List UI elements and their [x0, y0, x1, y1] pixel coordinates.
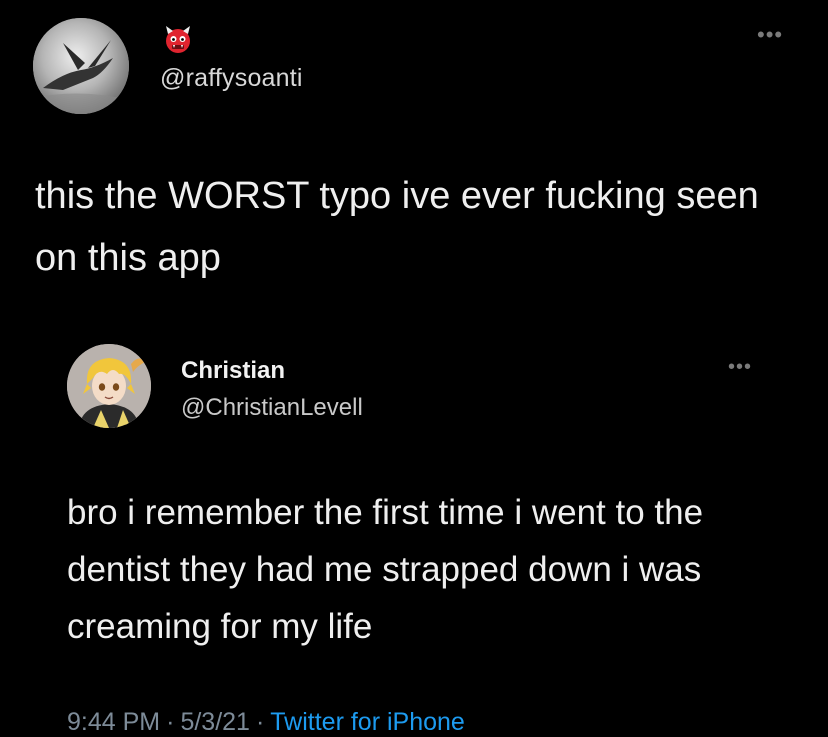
meta-separator: ·: [166, 708, 175, 736]
outer-tweet-text: this the WORST typo ive ever fucking see…: [35, 175, 770, 279]
tweet-source-link[interactable]: Twitter for iPhone: [270, 708, 465, 736]
anime-avatar-icon: [67, 344, 151, 428]
outer-more-options-icon[interactable]: •••: [757, 24, 783, 46]
tweet-date: 5/3/21: [180, 708, 250, 736]
tweet-metadata: 9:44 PM · 5/3/21 · Twitter for iPhone: [67, 708, 465, 737]
quoted-tweet-text: bro i remember the first time i went to …: [67, 493, 704, 646]
outer-author-handle[interactable]: @raffysoanti: [160, 64, 303, 93]
dragon-avatar-icon: [33, 18, 129, 114]
quoted-author-handle[interactable]: @ChristianLevell: [181, 394, 363, 422]
tweet-time: 9:44 PM: [67, 708, 161, 736]
meta-separator: ·: [255, 708, 265, 736]
quoted-author-avatar[interactable]: [67, 344, 151, 428]
outer-author-avatar[interactable]: [33, 18, 129, 114]
ogre-emoji-icon: [163, 24, 193, 54]
quoted-author-name[interactable]: Christian: [181, 357, 285, 385]
quoted-more-options-icon[interactable]: •••: [728, 357, 752, 377]
